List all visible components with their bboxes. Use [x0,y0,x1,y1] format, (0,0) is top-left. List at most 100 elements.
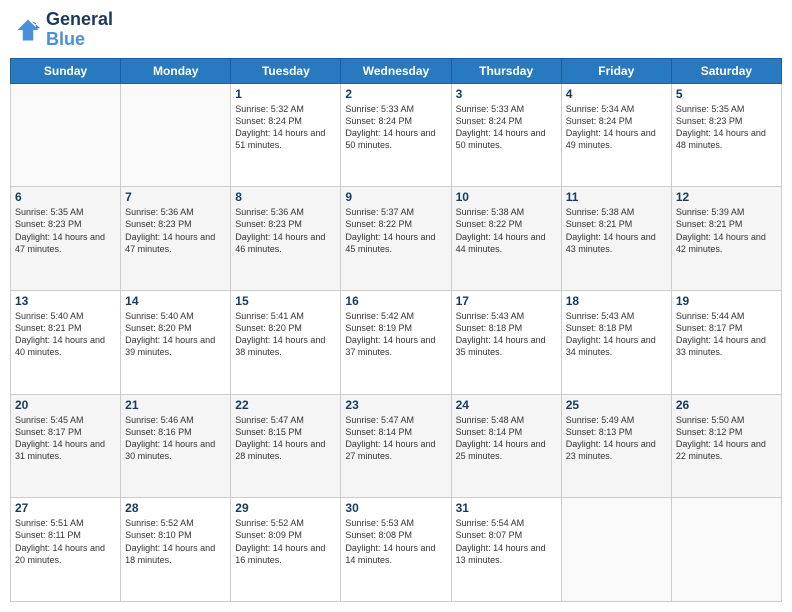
day-number: 20 [15,398,116,412]
day-info: Sunrise: 5:49 AMSunset: 8:13 PMDaylight:… [566,414,667,463]
day-number: 6 [15,190,116,204]
calendar-header-row: SundayMondayTuesdayWednesdayThursdayFrid… [11,58,782,83]
day-info: Sunrise: 5:40 AMSunset: 8:20 PMDaylight:… [125,310,226,359]
day-number: 21 [125,398,226,412]
day-cell: 5 Sunrise: 5:35 AMSunset: 8:23 PMDaylight… [671,83,781,187]
sunrise-text: Sunrise: 5:40 AM [125,310,226,322]
day-info: Sunrise: 5:48 AMSunset: 8:14 PMDaylight:… [456,414,557,463]
daylight-text: Daylight: 14 hours and 34 minutes. [566,334,667,358]
sunrise-text: Sunrise: 5:52 AM [235,517,336,529]
day-cell: 1Sunrise: 5:32 AMSunset: 8:24 PMDaylight… [231,83,341,187]
sunrise-text: Sunrise: 5:42 AM [345,310,446,322]
sunrise-text: Sunrise: 5:52 AM [125,517,226,529]
day-number: 11 [566,190,667,204]
daylight-text: Daylight: 14 hours and 47 minutes. [15,231,116,255]
day-cell: 3 Sunrise: 5:33 AMSunset: 8:24 PMDaylight… [451,83,561,187]
sunset-text: Sunset: 8:22 PM [345,218,446,230]
sunset-text: Sunset: 8:14 PM [345,426,446,438]
day-info: Sunrise: 5:43 AMSunset: 8:18 PMDaylight:… [456,310,557,359]
day-cell: 18Sunrise: 5:43 AMSunset: 8:18 PMDayligh… [561,290,671,394]
sunset-text: Sunset: 8:19 PM [345,322,446,334]
week-row-3: 13 Sunrise: 5:40 AMSunset: 8:21 PMDayligh… [11,290,782,394]
day-info: Sunrise: 5:33 AMSunset: 8:24 PMDaylight:… [456,103,557,152]
day-number: 9 [345,190,446,204]
daylight-text: Daylight: 14 hours and 31 minutes. [15,438,116,462]
sunset-text: Sunset: 8:24 PM [456,115,557,127]
day-cell [671,498,781,602]
logo-text: General Blue [46,10,113,50]
daylight-text: Daylight: 14 hours and 22 minutes. [676,438,777,462]
day-info: Sunrise: 5:52 AMSunset: 8:09 PMDaylight:… [235,517,336,566]
sunrise-text: Sunrise: 5:48 AM [456,414,557,426]
daylight-text: Daylight: 14 hours and 13 minutes. [456,542,557,566]
day-number: 12 [676,190,777,204]
day-cell [11,83,121,187]
sunset-text: Sunset: 8:17 PM [676,322,777,334]
sunrise-text: Sunrise: 5:40 AM [15,310,116,322]
week-row-4: 20Sunrise: 5:45 AMSunset: 8:17 PMDayligh… [11,394,782,498]
day-number: 2 [345,87,446,101]
day-number: 3 [456,87,557,101]
day-info: Sunrise: 5:47 AMSunset: 8:15 PMDaylight:… [235,414,336,463]
sunset-text: Sunset: 8:18 PM [456,322,557,334]
day-cell: 28Sunrise: 5:52 AMSunset: 8:10 PMDayligh… [121,498,231,602]
day-header-tuesday: Tuesday [231,58,341,83]
day-number: 8 [235,190,336,204]
sunset-text: Sunset: 8:13 PM [566,426,667,438]
sunrise-text: Sunrise: 5:37 AM [345,206,446,218]
day-number: 7 [125,190,226,204]
day-cell: 22Sunrise: 5:47 AMSunset: 8:15 PMDayligh… [231,394,341,498]
day-number: 30 [345,501,446,515]
day-cell: 17Sunrise: 5:43 AMSunset: 8:18 PMDayligh… [451,290,561,394]
day-cell: 20Sunrise: 5:45 AMSunset: 8:17 PMDayligh… [11,394,121,498]
sunset-text: Sunset: 8:23 PM [15,218,116,230]
day-cell: 31Sunrise: 5:54 AMSunset: 8:07 PMDayligh… [451,498,561,602]
sunset-text: Sunset: 8:23 PM [125,218,226,230]
sunset-text: Sunset: 8:18 PM [566,322,667,334]
sunset-text: Sunset: 8:20 PM [125,322,226,334]
daylight-text: Daylight: 14 hours and 35 minutes. [456,334,557,358]
sunrise-text: Sunrise: 5:33 AM [345,103,446,115]
day-cell: 29Sunrise: 5:52 AMSunset: 8:09 PMDayligh… [231,498,341,602]
sunset-text: Sunset: 8:16 PM [125,426,226,438]
day-info: Sunrise: 5:47 AMSunset: 8:14 PMDaylight:… [345,414,446,463]
day-number: 13 [15,294,116,308]
header: General Blue [10,10,782,50]
sunset-text: Sunset: 8:07 PM [456,529,557,541]
day-cell: 14Sunrise: 5:40 AMSunset: 8:20 PMDayligh… [121,290,231,394]
sunset-text: Sunset: 8:22 PM [456,218,557,230]
day-cell: 11Sunrise: 5:38 AMSunset: 8:21 PMDayligh… [561,187,671,291]
day-header-sunday: Sunday [11,58,121,83]
day-info: Sunrise: 5:39 AMSunset: 8:21 PMDaylight:… [676,206,777,255]
sunset-text: Sunset: 8:08 PM [345,529,446,541]
day-info: Sunrise: 5:35 AMSunset: 8:23 PMDaylight:… [676,103,777,152]
day-info: Sunrise: 5:34 AMSunset: 8:24 PMDaylight:… [566,103,667,152]
day-number: 5 [676,87,777,101]
day-cell: 21 Sunrise: 5:46 AMSunset: 8:16 PMDayligh… [121,394,231,498]
sunrise-text: Sunrise: 5:47 AM [235,414,336,426]
day-number: 4 [566,87,667,101]
day-info: Sunrise: 5:54 AMSunset: 8:07 PMDaylight:… [456,517,557,566]
day-number: 1 [235,87,336,101]
sunset-text: Sunset: 8:24 PM [345,115,446,127]
day-cell: 8Sunrise: 5:36 AMSunset: 8:23 PMDaylight… [231,187,341,291]
daylight-text: Daylight: 14 hours and 45 minutes. [345,231,446,255]
sunrise-text: Sunrise: 5:35 AM [676,103,777,115]
day-info: Sunrise: 5:46 AMSunset: 8:16 PMDaylight:… [125,414,226,463]
day-info: Sunrise: 5:37 AMSunset: 8:22 PMDaylight:… [345,206,446,255]
logo: General Blue [14,10,113,50]
day-number: 23 [345,398,446,412]
day-info: Sunrise: 5:40 AMSunset: 8:21 PMDaylight:… [15,310,116,359]
daylight-text: Daylight: 14 hours and 38 minutes. [235,334,336,358]
day-info: Sunrise: 5:51 AMSunset: 8:11 PMDaylight:… [15,517,116,566]
week-row-5: 27Sunrise: 5:51 AMSunset: 8:11 PMDayligh… [11,498,782,602]
day-number: 18 [566,294,667,308]
sunrise-text: Sunrise: 5:34 AM [566,103,667,115]
sunrise-text: Sunrise: 5:44 AM [676,310,777,322]
day-cell: 2Sunrise: 5:33 AMSunset: 8:24 PMDaylight… [341,83,451,187]
sunrise-text: Sunrise: 5:35 AM [15,206,116,218]
daylight-text: Daylight: 14 hours and 50 minutes. [456,127,557,151]
sunrise-text: Sunrise: 5:32 AM [235,103,336,115]
sunset-text: Sunset: 8:12 PM [676,426,777,438]
daylight-text: Daylight: 14 hours and 39 minutes. [125,334,226,358]
